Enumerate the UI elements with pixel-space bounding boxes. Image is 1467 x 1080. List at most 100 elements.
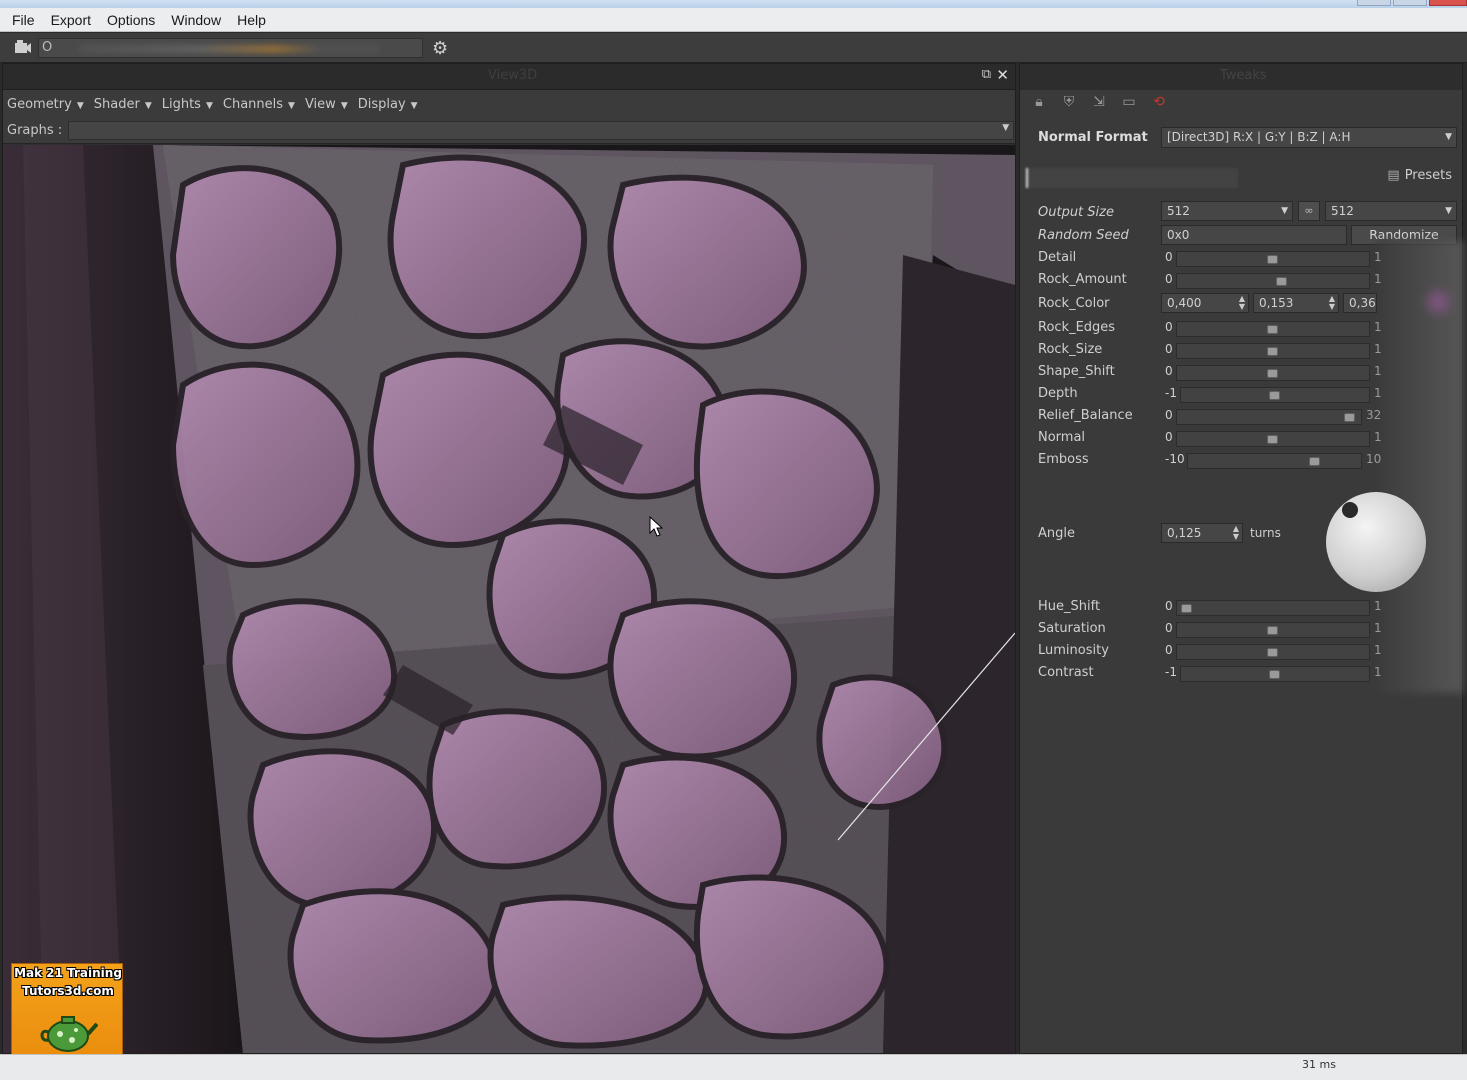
menu-file[interactable]: File xyxy=(4,12,43,28)
slider-track[interactable] xyxy=(1176,365,1370,381)
slider-handle[interactable] xyxy=(1267,626,1278,635)
menu-view-label: View xyxy=(304,96,336,112)
slider-max-value: 1 xyxy=(1374,272,1382,286)
viewport-3d-render[interactable] xyxy=(3,145,1015,1053)
slider-track[interactable] xyxy=(1176,409,1362,425)
spinner-icon[interactable]: ▲ ▼ xyxy=(1329,295,1335,311)
slider-track[interactable] xyxy=(1176,600,1370,616)
menu-channels[interactable]: Channels ▼ xyxy=(223,97,295,112)
close-icon[interactable]: ✕ xyxy=(996,66,1009,84)
slider-max-value: 1 xyxy=(1374,665,1382,679)
slider-handle[interactable] xyxy=(1309,457,1320,466)
graph-path-field[interactable]: O xyxy=(38,38,423,58)
tweaks-title-bar: Tweaks xyxy=(1020,64,1462,90)
slider-handle[interactable] xyxy=(1267,325,1278,334)
slider-track[interactable] xyxy=(1180,387,1370,403)
lock-all-icon[interactable]: ⛨ xyxy=(1060,94,1078,110)
random-seed-field[interactable]: 0x0 xyxy=(1161,225,1347,245)
presets-button[interactable]: ▤ Presets xyxy=(1387,168,1452,183)
slider-handle[interactable] xyxy=(1267,435,1278,444)
normal-format-value: [Direct3D] R:X | G:Y | B:Z | A:H xyxy=(1167,130,1351,144)
lock-icon[interactable]: 🔒︎ xyxy=(1030,94,1048,110)
angle-unit: turns xyxy=(1250,526,1281,540)
menu-lights-label: Lights xyxy=(161,96,201,112)
angle-dial[interactable] xyxy=(1326,492,1426,592)
slider-relief-balance: 0 32 xyxy=(1020,408,1382,426)
slider-track[interactable] xyxy=(1176,321,1370,337)
undock-icon[interactable]: ⧉ xyxy=(982,67,991,82)
slider-track[interactable] xyxy=(1187,453,1362,469)
slider-handle[interactable] xyxy=(1267,369,1278,378)
render-time: 31 ms xyxy=(1302,1058,1336,1071)
view3d-title: View3D xyxy=(488,68,538,83)
slider-saturation: 01 xyxy=(1020,621,1382,639)
angle-field[interactable]: 0,125 ▲ ▼ xyxy=(1161,523,1243,543)
slider-handle[interactable] xyxy=(1276,277,1287,286)
slider-track[interactable] xyxy=(1176,251,1370,267)
tweaks-toolbar: 🔒︎ ⛨ ⇲ ▭ ⟲ xyxy=(1030,94,1168,110)
chevron-down-icon: ▼ xyxy=(410,100,418,111)
rock-color-b-field[interactable]: 0,36 xyxy=(1343,293,1377,313)
menu-export[interactable]: Export xyxy=(43,12,99,28)
slider-min-value: 0 xyxy=(1165,272,1173,286)
menu-view[interactable]: View ▼ xyxy=(305,97,348,112)
slider-track[interactable] xyxy=(1176,273,1370,289)
slider-track[interactable] xyxy=(1180,666,1370,682)
slider-rock-size: 01 xyxy=(1020,342,1382,360)
normal-format-dropdown[interactable]: [Direct3D] R:X | G:Y | B:Z | A:H ▼ xyxy=(1161,127,1457,148)
menu-options[interactable]: Options xyxy=(99,12,163,28)
menu-geometry[interactable]: Geometry ▼ xyxy=(7,97,84,112)
graph-name-field[interactable] xyxy=(1026,168,1238,188)
menu-lights[interactable]: Lights ▼ xyxy=(162,97,213,112)
slider-max-value: 32 xyxy=(1366,408,1382,422)
arrow-icon[interactable]: ⇲ xyxy=(1090,94,1108,110)
chevron-down-icon: ▼ xyxy=(1281,206,1288,216)
output-size-width-dropdown[interactable]: 512 ▼ xyxy=(1161,201,1293,221)
slider-track[interactable] xyxy=(1176,622,1370,638)
menu-help[interactable]: Help xyxy=(229,12,274,28)
rock-color-r-field[interactable]: 0,400 ▲ ▼ xyxy=(1161,293,1249,313)
watermark-line2: Tutors3d.com xyxy=(22,984,114,998)
slider-handle[interactable] xyxy=(1267,648,1278,657)
angle-label: Angle xyxy=(1038,526,1075,541)
slider-track[interactable] xyxy=(1176,644,1370,660)
output-size-height-dropdown[interactable]: 512 ▼ xyxy=(1325,201,1457,221)
graphs-label: Graphs : xyxy=(7,123,63,138)
window-title-bar xyxy=(0,0,1467,8)
minus-icon[interactable]: ▭ xyxy=(1120,94,1138,110)
presets-label: Presets xyxy=(1404,168,1452,183)
slider-handle[interactable] xyxy=(1267,255,1278,264)
minimize-button[interactable] xyxy=(1357,0,1391,6)
menu-window[interactable]: Window xyxy=(163,12,229,28)
blurred-side-region xyxy=(1377,241,1463,693)
chevron-down-icon: ▼ xyxy=(340,100,348,111)
angle-handle[interactable] xyxy=(1342,502,1358,518)
spinner-icon[interactable]: ▲ ▼ xyxy=(1239,295,1245,311)
slider-min-value: 0 xyxy=(1165,430,1173,444)
slider-handle[interactable] xyxy=(1344,413,1355,422)
view3d-panel: View3D ⧉ ✕ Geometry ▼ Shader ▼ Lights ▼ Cha… xyxy=(2,63,1016,1054)
slider-handle[interactable] xyxy=(1269,670,1280,679)
spinner-icon[interactable]: ▲ ▼ xyxy=(1233,525,1239,541)
refresh-icon[interactable]: ⟲ xyxy=(1150,94,1168,110)
maximize-button[interactable] xyxy=(1393,0,1427,6)
menu-shader[interactable]: Shader ▼ xyxy=(94,97,152,112)
slider-min-value: 0 xyxy=(1165,599,1173,613)
slider-min-value: 0 xyxy=(1165,408,1173,422)
link-size-button[interactable]: ∞ xyxy=(1298,201,1320,221)
close-window-button[interactable] xyxy=(1429,0,1467,6)
graphs-dropdown[interactable]: ▼ xyxy=(68,121,1015,140)
menu-display[interactable]: Display ▼ xyxy=(358,97,418,112)
slider-handle[interactable] xyxy=(1181,604,1192,613)
slider-track[interactable] xyxy=(1176,343,1370,359)
rock-color-g-field[interactable]: 0,153 ▲ ▼ xyxy=(1253,293,1339,313)
rock-color-b-value: 0,36 xyxy=(1349,296,1376,310)
blurred-color-swatch xyxy=(1427,291,1449,313)
slider-track[interactable] xyxy=(1176,431,1370,447)
gear-icon[interactable]: ⚙ xyxy=(432,38,448,59)
rock-color-g-value: 0,153 xyxy=(1259,296,1294,310)
camera-icon[interactable] xyxy=(14,39,34,57)
slider-handle[interactable] xyxy=(1267,347,1278,356)
slider-handle[interactable] xyxy=(1269,391,1280,400)
slider-max-value: 1 xyxy=(1374,430,1382,444)
